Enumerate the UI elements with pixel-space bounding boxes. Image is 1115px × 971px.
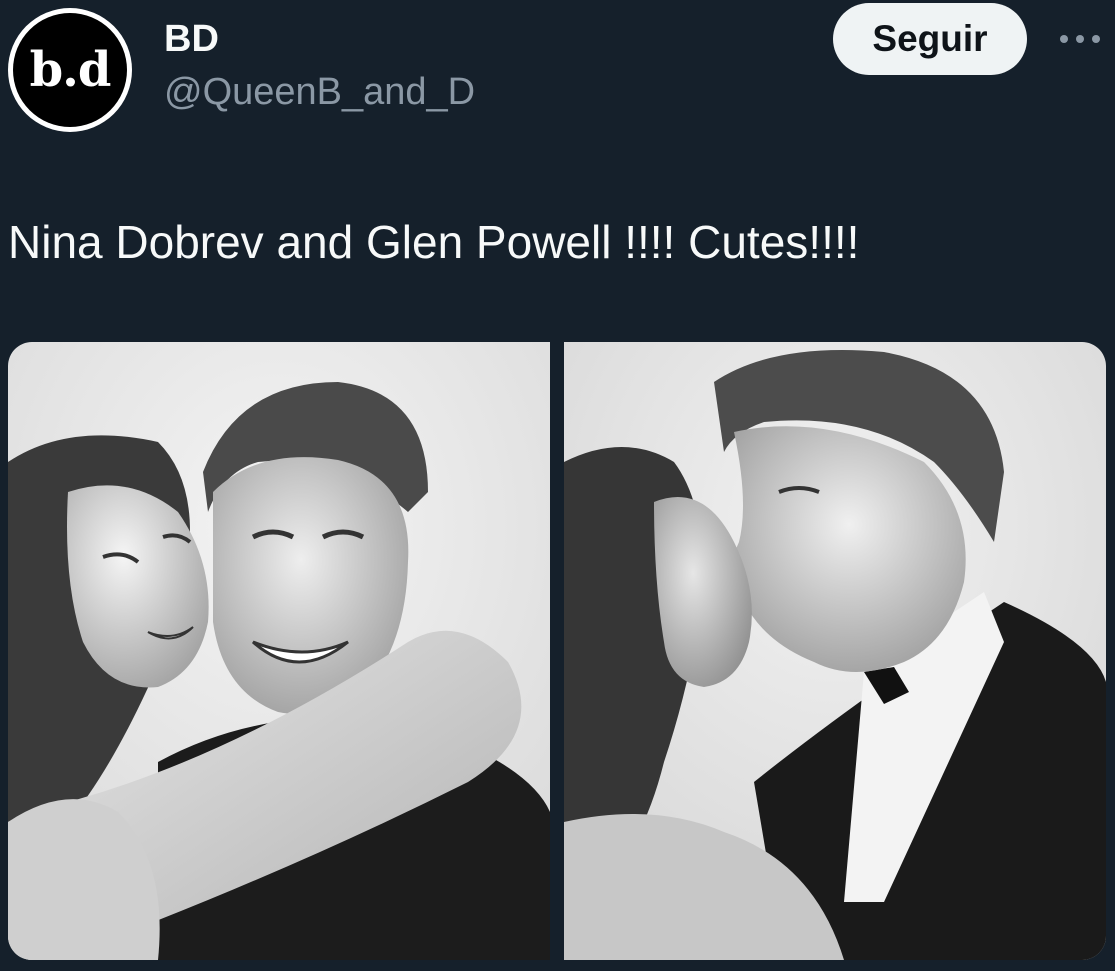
- photo-2-image: [564, 342, 1106, 960]
- follow-button[interactable]: Seguir: [833, 3, 1027, 75]
- media-photo-2[interactable]: [564, 342, 1106, 960]
- tweet-text: Nina Dobrev and Glen Powell !!!! Cutes!!…: [8, 216, 860, 268]
- more-options-button[interactable]: [1052, 22, 1108, 56]
- avatar-logo: b.d: [13, 13, 127, 127]
- photo-1-image: [8, 342, 550, 960]
- more-horizontal-icon: [1060, 35, 1100, 43]
- author-avatar[interactable]: b.d: [8, 8, 132, 132]
- tweet-view: b.d BD @QueenB_and_D Seguir Nina Dobrev …: [0, 0, 1115, 971]
- avatar-logo-text: b.d: [29, 42, 112, 98]
- tweet-media: [8, 342, 1106, 960]
- author-display-name[interactable]: BD: [164, 18, 219, 60]
- author-handle[interactable]: @QueenB_and_D: [164, 70, 475, 114]
- media-photo-1[interactable]: [8, 342, 550, 960]
